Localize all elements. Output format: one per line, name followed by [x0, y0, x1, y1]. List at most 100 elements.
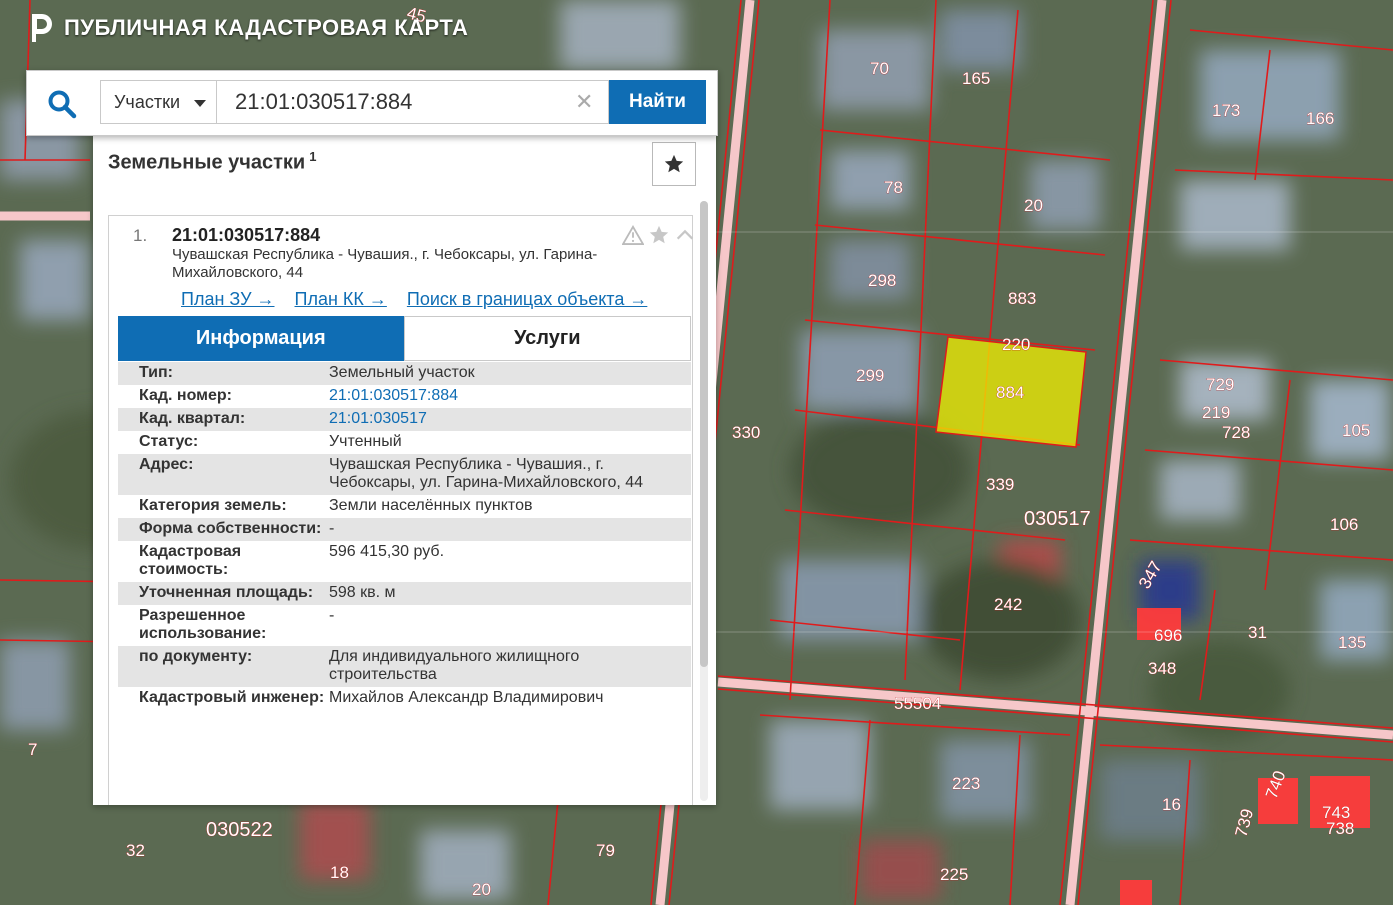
parcel-label[interactable]: 18 [330, 863, 350, 883]
link-plan-zu[interactable]: План ЗУ → [181, 289, 275, 310]
parcel-label[interactable]: 299 [856, 366, 885, 386]
parcel-label[interactable]: 339 [986, 475, 1015, 495]
parcel-label[interactable]: 78 [884, 178, 904, 198]
info-value: - [329, 520, 335, 537]
parcel-label[interactable]: 728 [1222, 423, 1251, 443]
link-plan-kk[interactable]: План КК → [295, 289, 387, 310]
info-value: Чувашская Республика - Чувашия., г. Чебо… [329, 456, 644, 491]
parcel-label[interactable]: 298 [868, 271, 897, 291]
search-icon[interactable] [47, 89, 77, 119]
info-key: Кад. номер: [139, 387, 232, 404]
info-key: Разрешенное использование: [139, 607, 267, 642]
parcel-label[interactable]: 883 [1008, 289, 1037, 309]
info-key: Статус: [139, 433, 199, 450]
search-bar: Участки ✕ Найти [26, 70, 718, 136]
parcel-label[interactable]: 030517 [1024, 508, 1091, 531]
tab-information[interactable]: Информация [118, 316, 404, 361]
result-cad-number: 21:01:030517:884 [172, 225, 321, 245]
result-index: 1. [133, 226, 148, 245]
info-row: Категория земель: Земли населённых пункто… [118, 495, 691, 518]
parcel-label[interactable]: 106 [1330, 515, 1359, 535]
info-key: Кад. квартал: [139, 410, 246, 427]
result-card: 1. 21:01:030517:884 Чувашская Республика… [108, 215, 696, 805]
info-row: Кадастровый инженер: Михайлов Александр В… [118, 687, 691, 710]
warning-icon[interactable] [622, 225, 644, 245]
info-value: 598 кв. м [329, 584, 396, 601]
scrollbar-thumb[interactable] [700, 201, 708, 667]
results-scrollbar[interactable] [700, 201, 708, 801]
clear-search-icon[interactable]: ✕ [575, 91, 593, 113]
parcel-label[interactable]: 330 [732, 423, 761, 443]
info-key: Категория земель: [139, 497, 287, 514]
results-title: Земельные участки 1 [108, 149, 316, 175]
tab-services[interactable]: Услуги [403, 316, 691, 361]
results-title-text: Земельные участки [108, 151, 306, 174]
info-row: Адрес: Чувашская Республика - Чувашия., г… [118, 454, 691, 495]
parcel-label[interactable]: 884 [996, 383, 1025, 403]
info-key: по документу: [139, 648, 253, 665]
find-button[interactable]: Найти [609, 80, 706, 124]
info-value: - [329, 607, 335, 624]
info-key: Уточненная площадь: [139, 584, 314, 601]
parcel-label[interactable]: 7 [28, 740, 38, 760]
info-value-link[interactable]: 21:01:030517:884 [329, 387, 691, 405]
info-table: Тип: Земельный участок Кад. номер: 21:01:03… [118, 362, 691, 710]
info-value: 596 415,30 руб. [329, 543, 445, 560]
parcel-label[interactable]: 20 [1024, 196, 1044, 216]
info-row: Форма собственности: - [118, 518, 691, 541]
app-logo-icon [32, 14, 52, 42]
favorites-button[interactable] [652, 142, 696, 186]
info-key: Кадастровый инженер: [139, 689, 325, 706]
parcel-label[interactable]: 31 [1248, 623, 1268, 643]
info-row: Тип: Земельный участок [118, 362, 691, 385]
parcel-label[interactable]: 55504 [894, 694, 942, 714]
info-row: Статус: Учтенный [118, 431, 691, 454]
info-key: Кадастровая стоимость: [139, 543, 242, 578]
parcel-label[interactable]: 166 [1306, 109, 1335, 129]
info-row: Разрешенное использование: - [118, 605, 691, 646]
info-row: Кад. номер: 21:01:030517:884 [118, 385, 691, 408]
parcel-label[interactable]: 20 [472, 880, 492, 900]
parcel-label[interactable]: 105 [1342, 421, 1371, 441]
parcel-label[interactable]: 696 [1154, 626, 1183, 646]
parcel-label[interactable]: 348 [1148, 659, 1177, 679]
info-row: Кад. квартал: 21:01:030517 [118, 408, 691, 431]
search-type-select[interactable]: Участки [100, 80, 217, 124]
parcel-label[interactable]: 738 [1326, 819, 1355, 839]
info-key: Тип: [139, 364, 173, 381]
search-type-label: Участки [114, 91, 180, 112]
results-count: 1 [309, 149, 317, 164]
parcel-label[interactable]: 219 [1202, 403, 1231, 423]
parcel-label[interactable]: 225 [940, 865, 969, 885]
result-links: План ЗУ → План КК → Поиск в границах объ… [181, 289, 647, 310]
parcel-label[interactable]: 32 [126, 841, 146, 861]
info-value: Земельный участок [329, 364, 475, 381]
result-address: Чувашская Республика - Чувашия., г. Чебо… [172, 246, 598, 281]
info-value: Учтенный [329, 433, 402, 450]
parcel-label[interactable]: 173 [1212, 101, 1241, 121]
info-key: Адрес: [139, 456, 194, 473]
parcel-label[interactable]: 70 [870, 59, 890, 79]
app-title: ПУБЛИЧНАЯ КАДАСТРОВАЯ КАРТА [64, 15, 469, 40]
info-value-link[interactable]: 21:01:030517 [329, 410, 691, 428]
parcel-label[interactable]: 220 [1002, 335, 1031, 355]
info-value: Для индивидуального жилищного строительс… [329, 648, 580, 683]
info-value: Земли населённых пунктов [329, 497, 533, 514]
parcel-label[interactable]: 16 [1162, 795, 1182, 815]
info-row: по документу: Для индивидуального жилищно… [118, 646, 691, 687]
parcel-label[interactable]: 729 [1206, 375, 1235, 395]
parcel-label[interactable]: 030522 [206, 819, 273, 842]
info-value: Михайлов Александр Владимирович [329, 689, 604, 706]
parcel-label[interactable]: 79 [596, 841, 616, 861]
chevron-up-icon[interactable] [674, 224, 696, 246]
search-input[interactable] [217, 80, 609, 124]
link-search-in-bounds[interactable]: Поиск в границах объекта → [407, 289, 647, 310]
result-actions [622, 224, 696, 246]
parcel-label[interactable]: 135 [1338, 633, 1367, 653]
star-icon[interactable] [648, 224, 670, 246]
parcel-label[interactable]: 223 [952, 774, 981, 794]
result-tabs: Информация Услуги [118, 316, 691, 361]
app-header: ПУБЛИЧНАЯ КАДАСТРОВАЯ КАРТА [26, 12, 468, 44]
parcel-label[interactable]: 165 [962, 69, 991, 89]
parcel-label[interactable]: 242 [994, 595, 1023, 615]
